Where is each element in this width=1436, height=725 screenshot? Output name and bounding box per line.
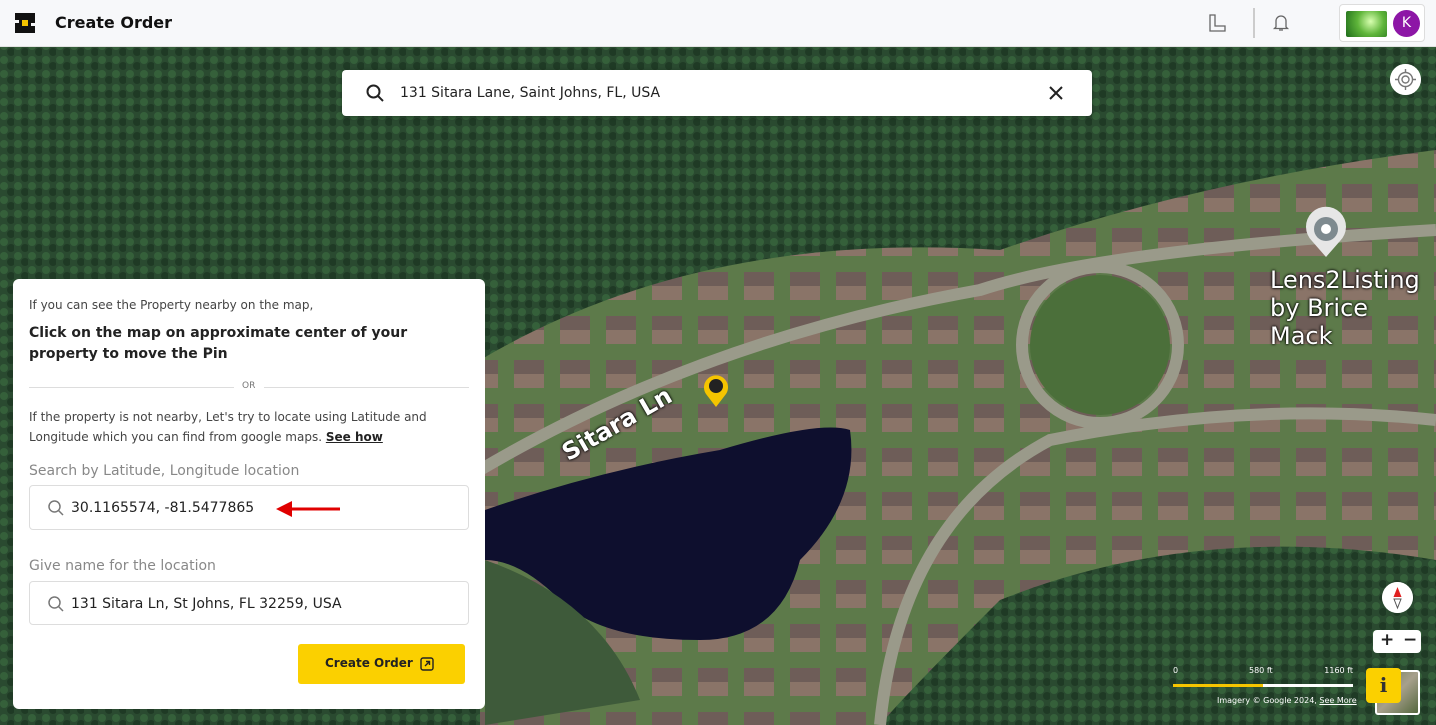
location-name-input[interactable]: 131 Sitara Ln, St Johns, FL 32259, USA: [29, 581, 469, 625]
create-order-button[interactable]: Create Order: [298, 644, 465, 684]
poi-label: Lens2Listing by Brice Mack: [1270, 266, 1436, 350]
intro-text: If you can see the Property nearby on th…: [29, 298, 314, 312]
property-pin-icon[interactable]: [701, 372, 731, 408]
avatar: K: [1393, 10, 1420, 37]
page-title: Create Order: [55, 13, 173, 32]
attribution-text: Imagery © Google 2024,: [1217, 696, 1317, 705]
arrow-annotation-icon: [276, 501, 340, 517]
my-location-icon[interactable]: [1390, 64, 1421, 95]
search-icon: [48, 500, 64, 516]
location-panel: If you can see the Property nearby on th…: [13, 279, 485, 709]
latlng-value: 30.1165574, -81.5477865: [71, 500, 255, 516]
scale-end: 1160 ft: [1324, 666, 1353, 675]
create-order-label: Create Order: [325, 656, 413, 670]
zoom-controls: + −: [1373, 630, 1421, 653]
instruction-text: Click on the map on approximate center o…: [29, 325, 408, 362]
location-name-label: Give name for the location: [29, 558, 216, 574]
external-link-icon: [420, 657, 434, 671]
search-icon: [366, 84, 384, 102]
see-how-link[interactable]: See how: [326, 430, 383, 444]
location-name-value: 131 Sitara Ln, St Johns, FL 32259, USA: [71, 596, 342, 612]
latlng-label: Search by Latitude, Longitude location: [29, 463, 300, 479]
or-text: OR: [242, 381, 256, 391]
top-bar: Create Order K: [0, 0, 1436, 47]
address-search-bar[interactable]: 131 Sitara Lane, Saint Johns, FL, USA: [342, 70, 1092, 116]
zoom-in-button[interactable]: +: [1380, 630, 1394, 650]
close-icon[interactable]: [1049, 86, 1063, 100]
latlng-help: If the property is not nearby, Let's try…: [29, 407, 469, 447]
zoom-out-button[interactable]: −: [1403, 630, 1417, 650]
divider: [1253, 8, 1255, 38]
ruler-icon[interactable]: [1208, 14, 1226, 32]
account-menu[interactable]: K: [1339, 4, 1425, 42]
poi-marker-icon[interactable]: [1302, 205, 1350, 259]
bell-icon[interactable]: [1272, 13, 1290, 33]
scale-mid: 580 ft: [1249, 666, 1273, 675]
logo-icon[interactable]: [15, 13, 35, 33]
or-divider: OR: [29, 381, 469, 393]
info-button[interactable]: i: [1366, 668, 1401, 703]
address-search-input[interactable]: 131 Sitara Lane, Saint Johns, FL, USA: [400, 85, 660, 101]
poi-label-line1: Lens2Listing: [1270, 266, 1420, 294]
latlng-input[interactable]: 30.1165574, -81.5477865: [29, 485, 469, 530]
search-icon: [48, 596, 64, 612]
see-more-link[interactable]: See More: [1319, 696, 1356, 705]
scale-start: 0: [1173, 666, 1179, 675]
compass-icon[interactable]: [1382, 582, 1413, 613]
poi-label-line2: by Brice Mack: [1270, 294, 1369, 350]
company-thumbnail: [1346, 11, 1387, 37]
attribution: Imagery © Google 2024, See More: [1217, 696, 1357, 705]
